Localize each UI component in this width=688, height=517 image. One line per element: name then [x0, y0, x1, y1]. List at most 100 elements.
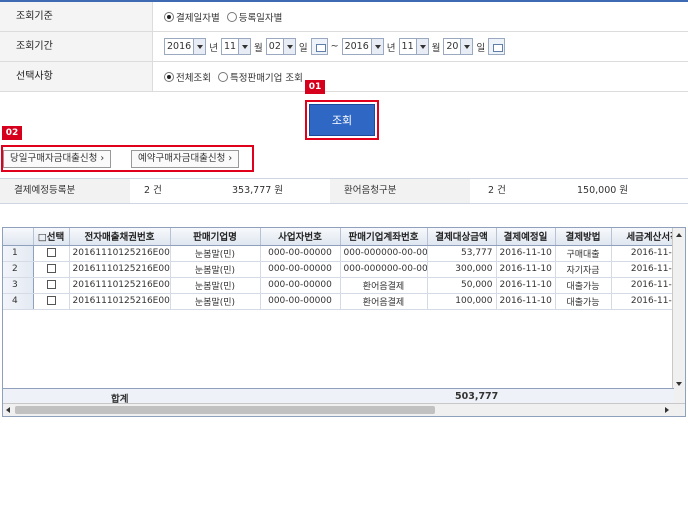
payment-date: 2016-11-10 [496, 245, 556, 262]
selection-option-all[interactable]: 전체조회 [164, 70, 211, 84]
criteria-option-register-date[interactable]: 등록일자별 [226, 10, 282, 24]
payment-date: 2016-11-10 [496, 293, 556, 310]
vertical-scrollbar[interactable] [672, 228, 685, 404]
selection-options: 전체조회 특정판매기업 조회 [164, 62, 306, 91]
row-select-cell[interactable] [33, 277, 70, 294]
horizontal-scrollbar[interactable] [3, 403, 685, 416]
scheduled-count: 2 건 [144, 185, 162, 196]
radio-selected-icon[interactable] [164, 71, 174, 82]
header-payment-method: 결제방법 [555, 228, 612, 246]
bond-number: 20161110125216E00007 [69, 245, 171, 262]
scheduled-label: 결제예정등록분 [0, 179, 130, 203]
period-label: 조회기간 [0, 32, 153, 61]
payment-amount: 100,000 [427, 293, 497, 310]
period-controls: 2016 년 11 월 02 일 ~ 2016 년 11 월 20 일 [164, 32, 506, 61]
chevron-down-icon[interactable] [193, 39, 206, 54]
table-row[interactable]: 4 20161110125216E00007 눈봄말(민) 000-00-000… [3, 293, 685, 310]
criteria-options: 결제일자별 등록일자별 [164, 2, 285, 31]
total-amount: 503,777 [455, 391, 499, 402]
seller-account: 000-000000-00-000 [340, 245, 428, 262]
seller-account: 000-000000-00-000 [340, 261, 428, 278]
scroll-up-icon[interactable] [676, 233, 682, 237]
payment-amount: 53,777 [427, 245, 497, 262]
chevron-down-icon[interactable] [370, 39, 383, 54]
selection-row: 선택사항 전체조회 특정판매기업 조회 [0, 62, 688, 92]
selection-option-specific-seller[interactable]: 특정판매기업 조회 [217, 70, 303, 84]
row-select-cell[interactable] [33, 245, 70, 262]
payment-amount: 50,000 [427, 277, 497, 294]
seller-account: 환어음결제 [340, 277, 428, 294]
scroll-thumb[interactable] [15, 406, 435, 414]
period-row: 조회기간 2016 년 11 월 02 일 ~ 2016 년 11 월 20 일 [0, 32, 688, 62]
payment-grid: □선택 전자매출채권번호 판매기업명 사업자번호 판매기업계좌번호 결제대상금액… [2, 227, 686, 417]
scroll-right-icon[interactable] [665, 407, 669, 413]
seller-name: 눈봄말(민) [170, 261, 261, 278]
header-payment-amount: 결제대상금액 [427, 228, 497, 246]
payment-method: 구매대출 [555, 245, 612, 262]
header-row-number [3, 228, 34, 246]
chevron-down-icon[interactable] [238, 39, 251, 54]
payment-amount: 300,000 [427, 261, 497, 278]
start-day-select[interactable]: 02 [265, 38, 296, 55]
chevron-down-icon[interactable] [415, 39, 428, 54]
selection-label: 선택사항 [0, 62, 153, 91]
seller-account: 환어음결제 [340, 293, 428, 310]
checkbox[interactable] [46, 264, 56, 273]
checkbox[interactable] [46, 280, 56, 289]
search-form: 조회기준 결제일자별 등록일자별 조회기간 2016 년 11 월 02 일 ~… [0, 0, 688, 92]
row-select-cell[interactable] [33, 261, 70, 278]
payment-date: 2016-11-10 [496, 277, 556, 294]
chevron-down-icon[interactable] [282, 39, 295, 54]
checkbox[interactable] [46, 248, 56, 257]
row-select-cell[interactable] [33, 293, 70, 310]
end-month-select[interactable]: 11 [398, 38, 429, 55]
chevron-down-icon[interactable] [460, 39, 473, 54]
criteria-option-payment-date[interactable]: 결제일자별 [164, 10, 220, 24]
reserved-loan-request-button[interactable]: 예약구매자금대출신청 › [131, 150, 240, 168]
scroll-left-icon[interactable] [6, 407, 10, 413]
bond-number: 20161110125216E00007 [69, 277, 171, 294]
grid-total-row: 합계 503,777 [3, 388, 674, 405]
payment-date: 2016-11-10 [496, 261, 556, 278]
table-row[interactable]: 2 20161110125216E00007 눈봄말(민) 000-00-000… [3, 261, 685, 278]
radio-selected-icon[interactable] [164, 11, 174, 22]
bond-number: 20161110125216E00007 [69, 261, 171, 278]
header-select[interactable]: □선택 [33, 228, 70, 246]
marker-01: 01 [305, 80, 325, 94]
checkbox[interactable] [46, 296, 56, 305]
scroll-down-icon[interactable] [676, 382, 682, 386]
criteria-label: 조회기준 [0, 2, 153, 31]
row-number: 2 [3, 261, 34, 278]
payment-method: 대출가능 [555, 293, 612, 310]
bill-amount: 150,000 원 [577, 185, 629, 196]
header-payment-date: 결제예정일 [496, 228, 556, 246]
seller-name: 눈봄말(민) [170, 277, 261, 294]
criteria-row: 조회기준 결제일자별 등록일자별 [0, 2, 688, 32]
scheduled-amount: 353,777 원 [232, 185, 284, 196]
end-day-select[interactable]: 20 [443, 38, 474, 55]
business-number: 000-00-00000 [260, 293, 341, 310]
table-row[interactable]: 1 20161110125216E00007 눈봄말(민) 000-00-000… [3, 245, 685, 262]
calendar-icon[interactable] [488, 38, 506, 55]
row-number: 4 [3, 293, 34, 310]
start-month-select[interactable]: 11 [220, 38, 252, 55]
start-year-select[interactable]: 2016 [164, 38, 207, 55]
header-seller-name: 판매기업명 [170, 228, 261, 246]
table-row[interactable]: 3 20161110125216E00007 눈봄말(민) 000-00-000… [3, 277, 685, 294]
radio-icon[interactable] [226, 11, 237, 22]
business-number: 000-00-00000 [260, 261, 341, 278]
same-day-loan-request-button[interactable]: 당일구매자금대출신청 › [3, 150, 112, 168]
bill-label: 환어음청구분 [330, 179, 470, 203]
business-number: 000-00-00000 [260, 245, 341, 262]
end-year-select[interactable]: 2016 [341, 38, 384, 55]
payment-method: 대출가능 [555, 277, 612, 294]
calendar-icon[interactable] [310, 38, 328, 55]
seller-name: 눈봄말(민) [170, 245, 261, 262]
header-bond-number: 전자매출채권번호 [69, 228, 171, 246]
bond-number: 20161110125216E00007 [69, 293, 171, 310]
row-number: 3 [3, 277, 34, 294]
radio-icon[interactable] [217, 71, 228, 82]
header-seller-account: 판매기업계좌번호 [340, 228, 428, 246]
bill-count: 2 건 [488, 185, 506, 196]
search-button[interactable]: 조회 [309, 104, 375, 136]
